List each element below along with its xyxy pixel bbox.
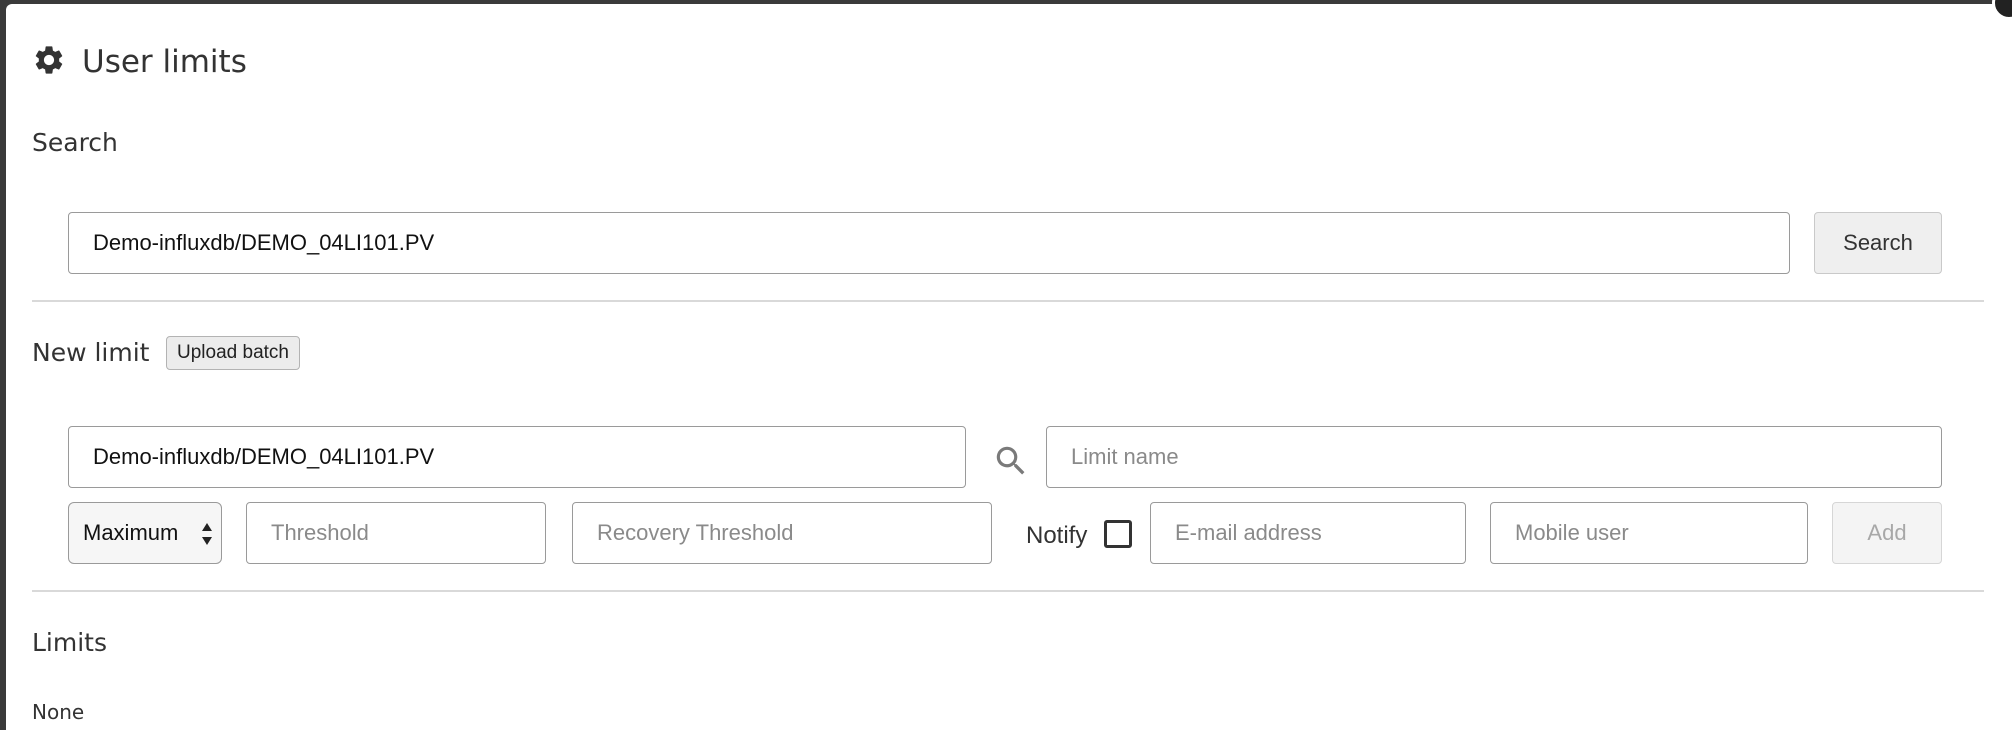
- search-button[interactable]: Search: [1814, 212, 1942, 274]
- gear-icon-svg: [35, 46, 63, 74]
- dialog-title: User limits: [82, 44, 247, 80]
- limit-path-input[interactable]: [68, 426, 966, 488]
- search-input[interactable]: [68, 212, 1790, 274]
- notify-checkbox[interactable]: [1104, 520, 1132, 548]
- search-section-label: Search: [32, 128, 118, 157]
- user-limits-dialog: User limits Search Search New limit Uplo…: [6, 0, 2012, 730]
- close-icon[interactable]: [1992, 0, 2012, 20]
- recovery-threshold-input[interactable]: [572, 502, 992, 564]
- search-icon[interactable]: [992, 442, 1030, 480]
- gear-icon: [32, 43, 66, 81]
- email-input[interactable]: [1150, 502, 1466, 564]
- limit-type-select[interactable]: Maximum: [68, 502, 222, 564]
- divider: [32, 300, 1984, 302]
- limits-section-label: Limits: [32, 628, 107, 657]
- new-limit-section-label: New limit: [32, 338, 150, 367]
- select-arrows-icon: [202, 523, 212, 545]
- search-icon-svg: [996, 446, 1025, 475]
- limit-name-input[interactable]: [1046, 426, 1942, 488]
- threshold-input[interactable]: [246, 502, 546, 564]
- divider: [32, 590, 1984, 592]
- add-button[interactable]: Add: [1832, 502, 1942, 564]
- upload-batch-button[interactable]: Upload batch: [166, 336, 300, 370]
- mobile-user-input[interactable]: [1490, 502, 1808, 564]
- dialog-header: User limits: [32, 42, 247, 82]
- notify-label: Notify: [1026, 522, 1088, 549]
- limits-empty-text: None: [32, 700, 85, 724]
- limit-type-value: Maximum: [83, 520, 179, 545]
